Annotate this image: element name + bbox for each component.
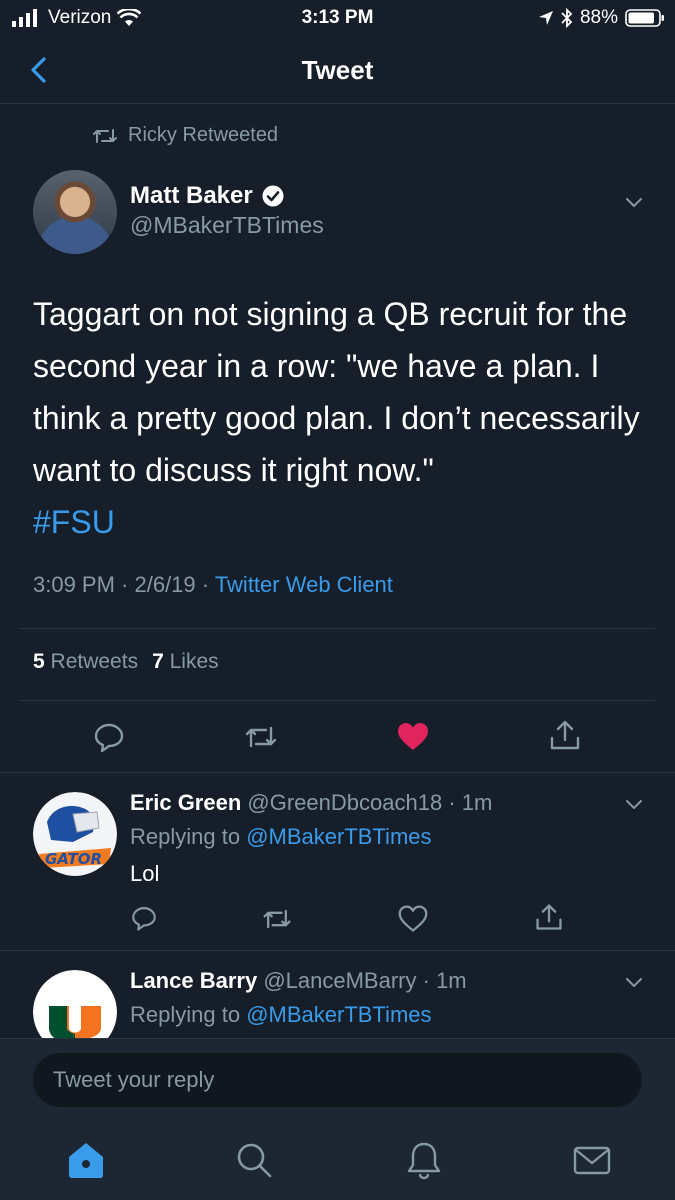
svg-text:GATOR: GATOR <box>45 850 102 868</box>
author-name-label: Matt Baker <box>130 182 253 209</box>
divider <box>20 700 655 701</box>
status-right: 88% <box>538 7 665 29</box>
chevron-down-icon[interactable] <box>622 190 646 214</box>
reply-input[interactable]: Tweet your reply <box>33 1053 642 1107</box>
reply-author-handle[interactable]: @LanceMBarry <box>263 968 416 993</box>
likes-count: 7 <box>152 650 164 673</box>
replying-to-link[interactable]: @MBakerTBTimes <box>246 1002 431 1027</box>
reply-header: Lance Barry @LanceMBarry · 1m <box>130 968 467 994</box>
retweet-icon[interactable] <box>262 904 292 934</box>
messages-icon[interactable] <box>570 1138 614 1182</box>
retweet-icon <box>93 128 117 143</box>
likes-label: Likes <box>169 650 219 673</box>
tweet-stats: 5 Retweets 7 Likes <box>33 650 219 674</box>
likes-stat[interactable]: 7 Likes <box>152 650 219 674</box>
share-icon[interactable] <box>548 718 582 752</box>
client-link[interactable]: Twitter Web Client <box>215 572 393 597</box>
retweets-stat[interactable]: 5 Retweets <box>33 650 138 674</box>
search-icon[interactable] <box>232 1138 276 1182</box>
location-arrow-icon <box>538 11 553 25</box>
share-icon[interactable] <box>534 902 564 932</box>
reply-item[interactable]: Lance Barry @LanceMBarry · 1m Replying t… <box>0 950 675 1038</box>
retweeted-by-label: Ricky Retweeted <box>128 124 279 146</box>
replying-prefix: Replying to <box>130 824 247 849</box>
tweet-body: Taggart on not signing a QB recruit for … <box>33 296 640 488</box>
heart-icon[interactable] <box>398 904 428 934</box>
reply-icon[interactable] <box>130 904 158 932</box>
reply-text: Lol <box>130 861 160 886</box>
page-title: Tweet <box>301 55 374 85</box>
retweet-icon[interactable] <box>244 720 278 754</box>
reply-item[interactable]: GATOR Eric Green @GreenDbcoach18 · 1m Re… <box>0 772 675 950</box>
retweets-count: 5 <box>33 650 45 673</box>
tweet-actions <box>0 714 675 760</box>
reply-author-name[interactable]: Eric Green <box>130 790 241 815</box>
reply-author-name[interactable]: Lance Barry <box>130 968 257 993</box>
reply-author-handle[interactable]: @GreenDbcoach18 <box>247 790 442 815</box>
status-bar: Verizon 3:13 PM 88% <box>0 0 675 36</box>
replying-prefix: Replying to <box>130 1002 247 1027</box>
tweet-text: Taggart on not signing a QB recruit for … <box>33 288 648 548</box>
reply-icon[interactable] <box>92 720 126 754</box>
tweet-timestamp: 3:09 PM · 2/6/19 · <box>33 572 215 597</box>
replying-to-link[interactable]: @MBakerTBTimes <box>246 824 431 849</box>
battery-icon <box>625 9 664 27</box>
reply-avatar[interactable] <box>33 970 117 1038</box>
tab-bar <box>0 1124 675 1200</box>
reply-time: · 1m <box>448 790 493 815</box>
chevron-down-icon[interactable] <box>622 792 646 816</box>
retweets-label: Retweets <box>50 650 139 673</box>
reply-time: · 1m <box>422 968 467 993</box>
reply-avatar[interactable]: GATOR <box>33 792 117 876</box>
heart-filled-icon[interactable] <box>396 720 430 754</box>
bluetooth-icon <box>561 8 573 28</box>
notifications-icon[interactable] <box>402 1138 446 1182</box>
divider <box>20 628 655 629</box>
replying-to: Replying to @MBakerTBTimes <box>130 824 432 850</box>
chevron-down-icon[interactable] <box>622 970 646 994</box>
reply-header: Eric Green @GreenDbcoach18 · 1m <box>130 790 492 816</box>
tweet-meta: 3:09 PM · 2/6/19 · Twitter Web Client <box>33 572 393 598</box>
hashtag-link[interactable]: #FSU <box>33 496 648 548</box>
author-handle[interactable]: @MBakerTBTimes <box>130 212 324 239</box>
avatar[interactable] <box>33 170 117 254</box>
compose-bar: Tweet your reply <box>0 1038 675 1124</box>
verified-badge-icon <box>262 185 284 207</box>
retweeted-by[interactable]: Ricky Retweeted <box>92 124 278 147</box>
replying-to: Replying to @MBakerTBTimes <box>130 1002 432 1028</box>
author-name[interactable]: Matt Baker <box>130 182 285 210</box>
home-icon[interactable] <box>64 1138 108 1182</box>
battery-percent: 88% <box>579 7 618 28</box>
nav-bar: Tweet <box>0 36 675 104</box>
